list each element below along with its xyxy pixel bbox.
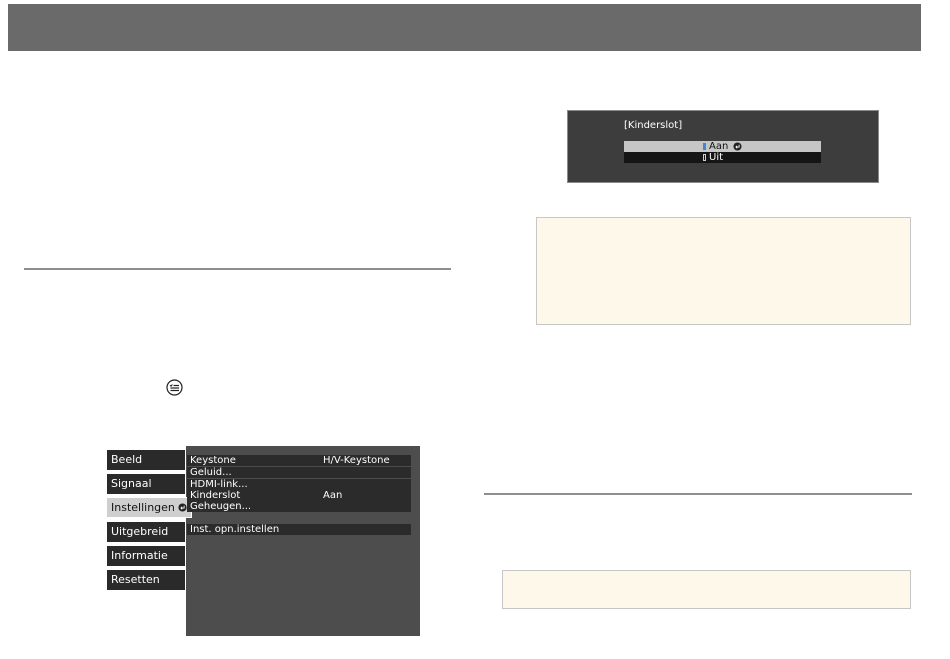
tab-label: Informatie <box>111 549 168 562</box>
row-label: Inst. opn.instellen <box>190 524 280 535</box>
option-label: Uit <box>709 152 724 163</box>
option-aan[interactable]: Aan <box>624 141 821 152</box>
menu-row-kinderslot[interactable]: Kinderslot Aan <box>187 490 411 501</box>
section-divider-left <box>24 268 451 270</box>
tab-uitgebreid[interactable]: Uitgebreid <box>107 522 185 542</box>
dialog-title: [Kinderslot] <box>624 120 683 131</box>
row-label: Kinderslot <box>190 490 241 501</box>
row-value: H/V-Keystone <box>323 455 390 466</box>
menu-row-inst-opn-instellen[interactable]: Inst. opn.instellen <box>187 524 411 535</box>
kinderslot-dialog: [Kinderslot] Aan Uit <box>567 110 879 183</box>
menu-row-hdmi-link[interactable]: HDMI-link... <box>187 479 411 490</box>
tab-label: Instellingen <box>111 501 175 514</box>
header-bar <box>8 4 921 51</box>
note-box <box>536 217 911 325</box>
row-label: Keystone <box>190 455 236 466</box>
section-divider-right <box>484 493 912 495</box>
row-label: HDMI-link... <box>190 479 248 490</box>
menu-list-icon <box>166 379 183 396</box>
row-label: Geluid... <box>190 467 232 478</box>
enter-icon <box>733 142 742 151</box>
tab-label: Resetten <box>111 573 160 586</box>
option-uit[interactable]: Uit <box>624 152 821 163</box>
tab-instellingen[interactable]: Instellingen <box>106 497 192 518</box>
tab-label: Beeld <box>111 453 143 466</box>
selected-marker <box>703 143 706 150</box>
row-value: Aan <box>323 490 343 501</box>
menu-row-geluid[interactable]: Geluid... <box>187 467 411 478</box>
unselected-marker <box>703 154 706 161</box>
enter-icon <box>178 503 187 512</box>
tab-beeld[interactable]: Beeld <box>107 450 185 470</box>
note-box <box>502 570 911 609</box>
tab-label: Uitgebreid <box>111 525 169 538</box>
tab-signaal[interactable]: Signaal <box>107 474 185 494</box>
option-label: Aan <box>709 141 729 152</box>
tab-resetten[interactable]: Resetten <box>107 570 185 590</box>
tab-label: Signaal <box>111 477 152 490</box>
tab-informatie[interactable]: Informatie <box>107 546 185 566</box>
row-label: Geheugen... <box>190 501 252 512</box>
menu-row-geheugen[interactable]: Geheugen... <box>187 501 411 512</box>
menu-row-keystone[interactable]: Keystone H/V-Keystone <box>187 455 411 466</box>
